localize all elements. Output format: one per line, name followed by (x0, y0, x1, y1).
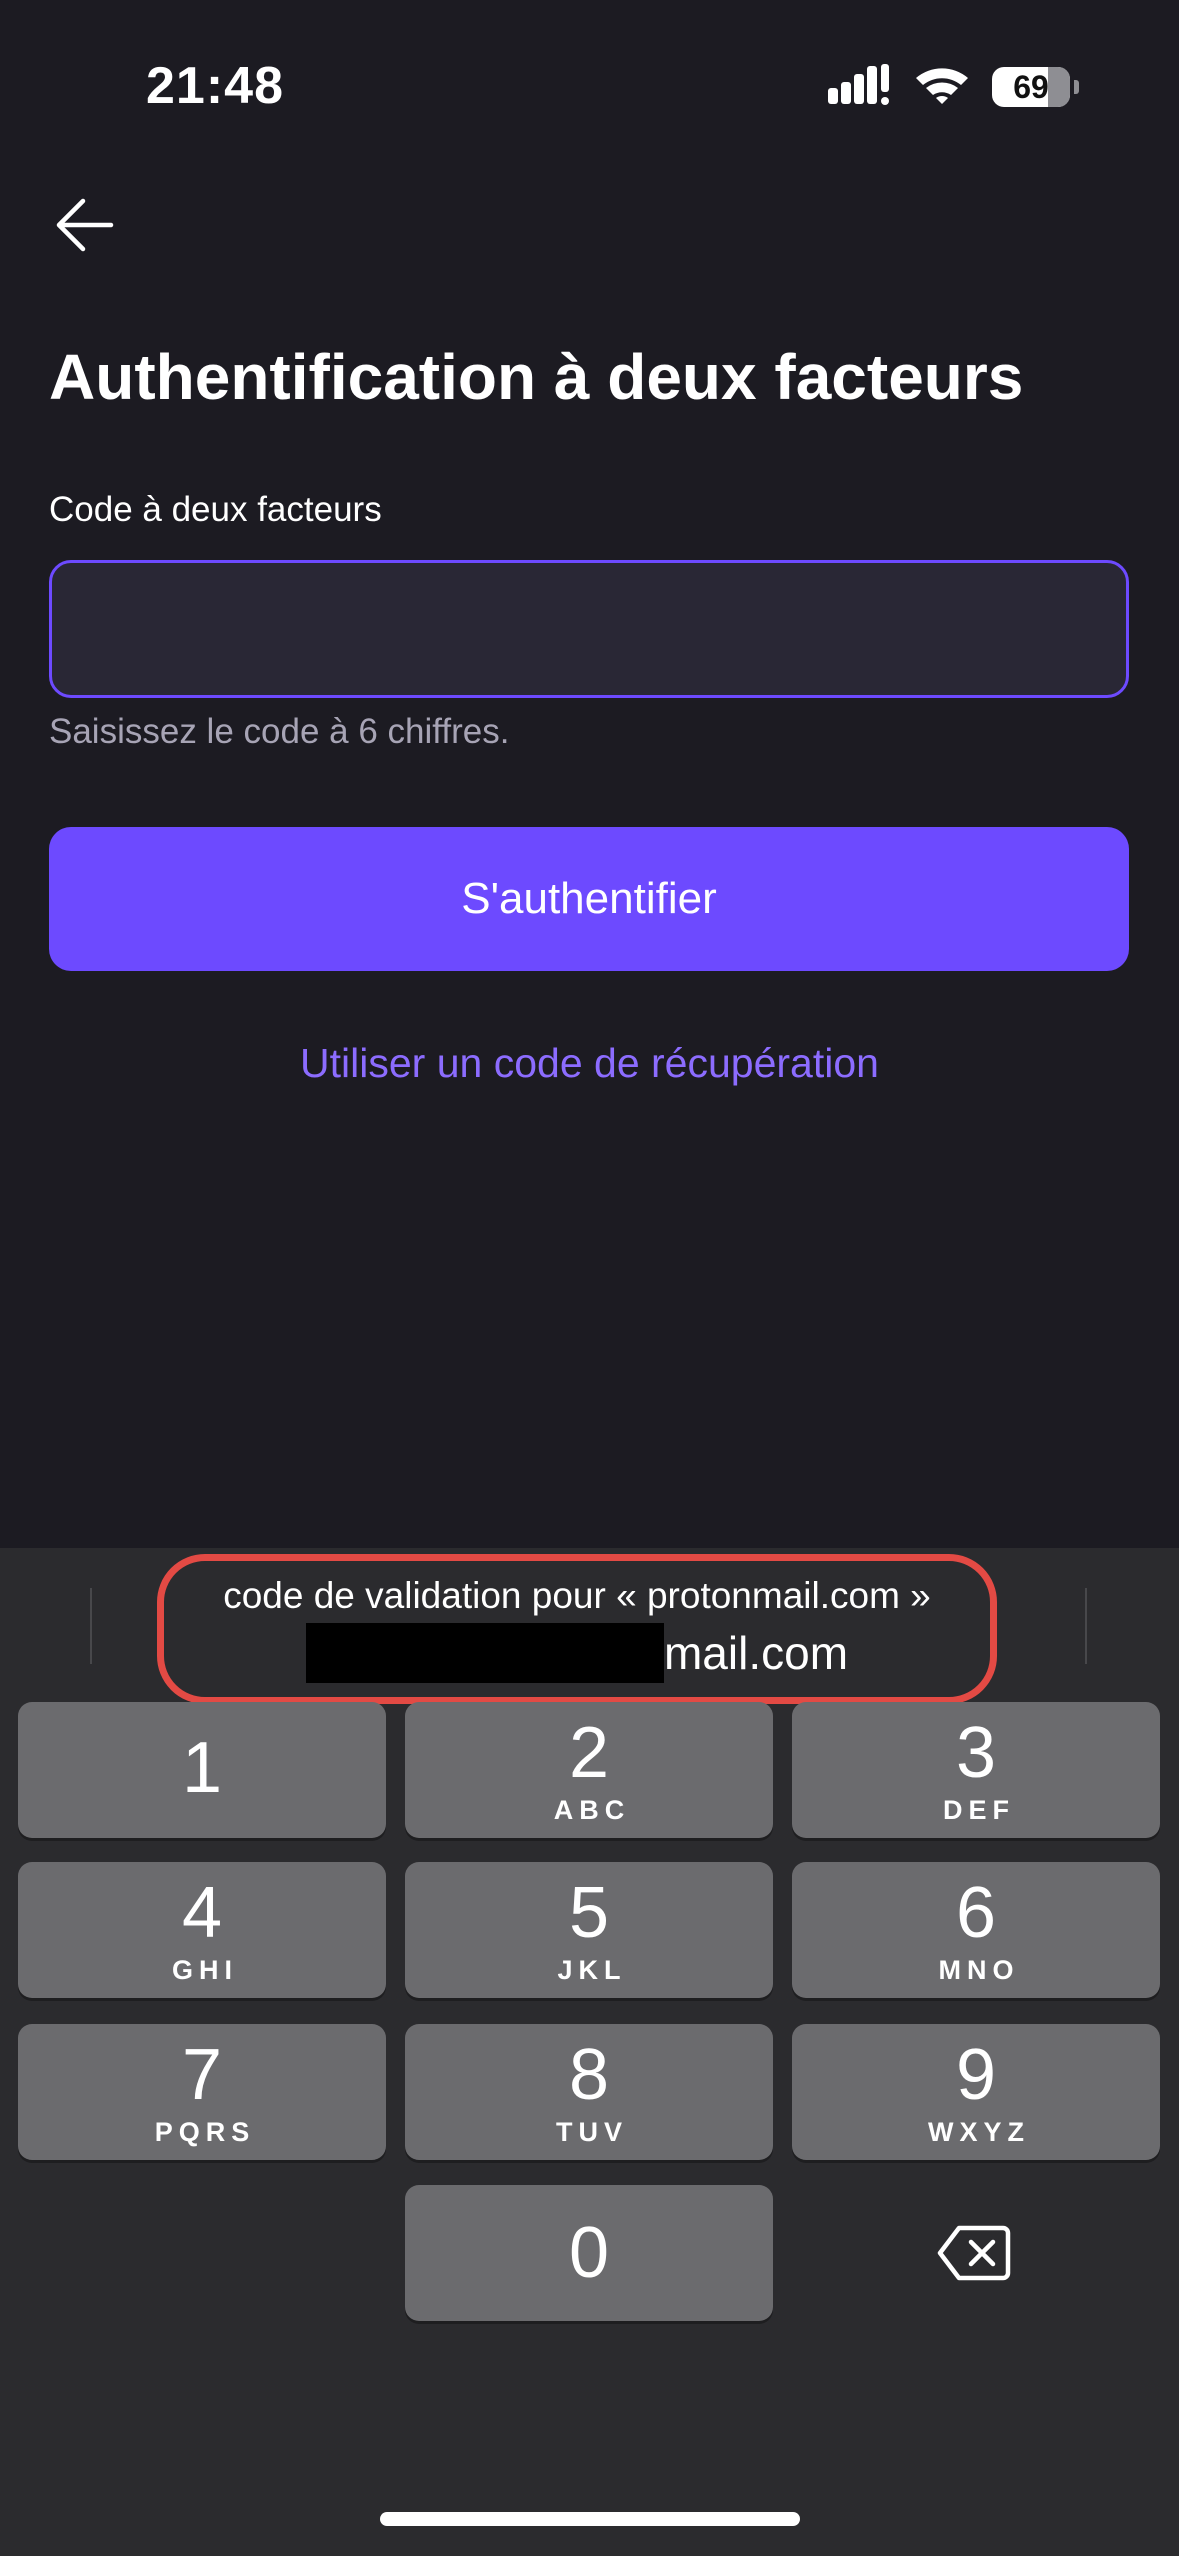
key-3[interactable]: 3 DEF (792, 1702, 1160, 1838)
backspace-key[interactable] (790, 2185, 1158, 2321)
autofill-code-suggestion[interactable]: code de validation pour « protonmail.com… (157, 1554, 997, 1704)
suggestion-account-suffix: mail.com (663, 1627, 849, 1679)
status-time: 21:48 (146, 57, 284, 115)
key-6[interactable]: 6 MNO (792, 1862, 1160, 1998)
two-factor-code-label: Code à deux facteurs (49, 490, 382, 529)
suggestion-divider (1085, 1588, 1087, 1664)
suggestion-account: mail.com (305, 1623, 849, 1683)
key-5[interactable]: 5 JKL (405, 1862, 773, 1998)
arrow-left-icon (56, 198, 114, 252)
app-screen: 21:48 69 Authentification à deux facteur… (0, 0, 1179, 1548)
two-factor-code-input[interactable] (49, 560, 1129, 698)
redacted-block (305, 1623, 664, 1683)
backspace-icon (937, 2225, 1011, 2281)
key-7[interactable]: 7 PQRS (18, 2024, 386, 2160)
code-hint: Saisissez le code à 6 chiffres. (49, 712, 510, 751)
key-2[interactable]: 2 ABC (405, 1702, 773, 1838)
key-4[interactable]: 4 GHI (18, 1862, 386, 1998)
home-indicator (380, 2512, 800, 2526)
suggestion-bar: code de validation pour « protonmail.com… (0, 1548, 1179, 1704)
use-recovery-code-link[interactable]: Utiliser un code de récupération (0, 1040, 1179, 1087)
battery-icon: 69 (992, 67, 1070, 107)
authenticate-button[interactable]: S'authentifier (49, 827, 1129, 971)
cellular-signal-icon (828, 63, 892, 111)
battery-tip (1074, 80, 1079, 94)
suggestion-title: code de validation pour « protonmail.com… (223, 1575, 931, 1616)
page-title: Authentification à deux facteurs (49, 341, 1024, 413)
back-button[interactable] (50, 190, 120, 260)
suggestion-divider (90, 1588, 92, 1664)
key-0[interactable]: 0 (405, 2185, 773, 2321)
key-9[interactable]: 9 WXYZ (792, 2024, 1160, 2160)
key-1[interactable]: 1 (18, 1702, 386, 1838)
wifi-icon (914, 64, 970, 111)
key-8[interactable]: 8 TUV (405, 2024, 773, 2160)
battery-level: 69 (1013, 68, 1049, 105)
status-icons: 69 (828, 62, 1079, 112)
